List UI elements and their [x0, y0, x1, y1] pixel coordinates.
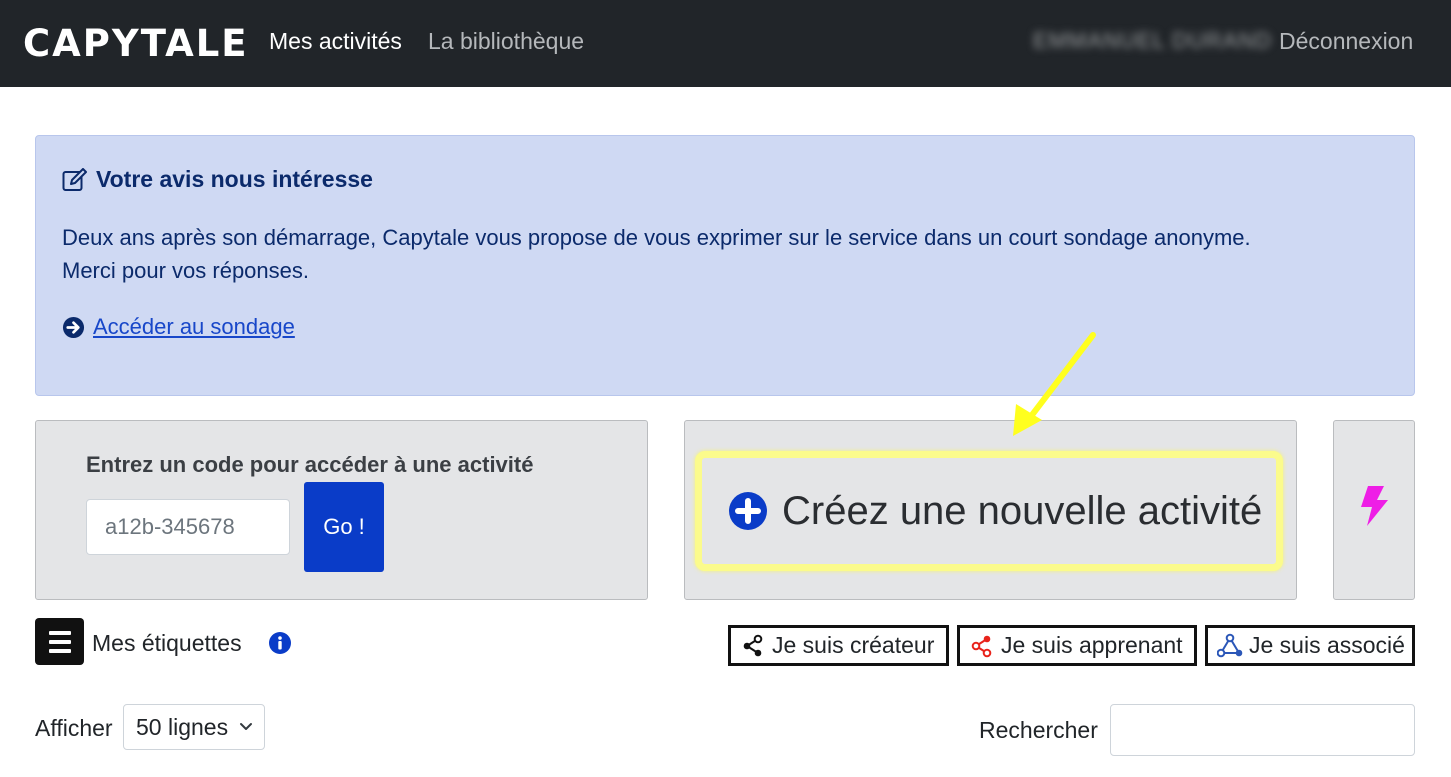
lightning-bolt-icon [1361, 486, 1388, 526]
info-circle-icon[interactable] [268, 631, 292, 655]
logout-link[interactable]: Déconnexion [1279, 28, 1413, 55]
role-creator-button[interactable]: Je suis créateur [728, 625, 949, 666]
activity-code-input[interactable] [86, 499, 290, 555]
role-associate-label: Je suis associé [1249, 632, 1405, 658]
survey-link[interactable]: Accéder au sondage [93, 314, 295, 340]
alert-title: Votre avis nous intéresse [96, 166, 373, 192]
nav-my-activities[interactable]: Mes activités [269, 28, 402, 55]
search-label: Rechercher [979, 717, 1098, 743]
alert-text-line1: Deux ans après son démarrage, Capytale v… [62, 225, 1251, 250]
go-button[interactable]: Go ! [304, 482, 384, 572]
edit-icon [62, 167, 87, 191]
show-entries-value: 50 lignes [136, 713, 229, 740]
role-associate-button[interactable]: Je suis associé [1205, 625, 1415, 666]
flash-panel[interactable] [1333, 420, 1415, 600]
hamburger-icon[interactable] [35, 618, 84, 665]
plus-circle-icon [729, 492, 767, 530]
tags-label: Mes étiquettes [92, 630, 242, 656]
alert-text: Deux ans après son démarrage, Capytale v… [62, 221, 1382, 287]
show-entries-select[interactable]: 50 lignes [123, 704, 265, 750]
search-input[interactable] [1110, 704, 1415, 756]
survey-alert: Votre avis nous intéresse Deux ans après… [35, 135, 1415, 396]
alert-text-line2: Merci pour vos réponses. [62, 258, 309, 283]
nav-library[interactable]: La bibliothèque [428, 28, 584, 55]
chevron-down-icon [240, 723, 252, 730]
share-icon [743, 634, 763, 656]
alert-title-row: Votre avis nous intéresse [62, 166, 373, 193]
create-panel: Créez une nouvelle activité [684, 420, 1297, 600]
arrow-circle-right-icon [62, 316, 85, 338]
user-name: EMMANUEL DURAND [1033, 28, 1273, 53]
role-learner-label: Je suis apprenant [1001, 632, 1183, 658]
brand-logo[interactable]: CAPYTALE [23, 22, 249, 65]
show-entries-label: Afficher [35, 715, 113, 741]
role-creator-label: Je suis créateur [772, 632, 935, 658]
create-activity-label: Créez une nouvelle activité [782, 488, 1263, 533]
role-learner-button[interactable]: Je suis apprenant [957, 625, 1197, 666]
survey-link-row: Accéder au sondage [62, 314, 295, 340]
network-icon [1217, 633, 1243, 657]
code-label: Entrez un code pour accéder à une activi… [86, 452, 534, 477]
code-panel: Entrez un code pour accéder à une activi… [35, 420, 648, 600]
top-navbar: CAPYTALE Mes activités La bibliothèque E… [0, 0, 1451, 87]
share-icon-red [971, 635, 992, 657]
create-activity-button[interactable]: Créez une nouvelle activité [695, 451, 1283, 571]
